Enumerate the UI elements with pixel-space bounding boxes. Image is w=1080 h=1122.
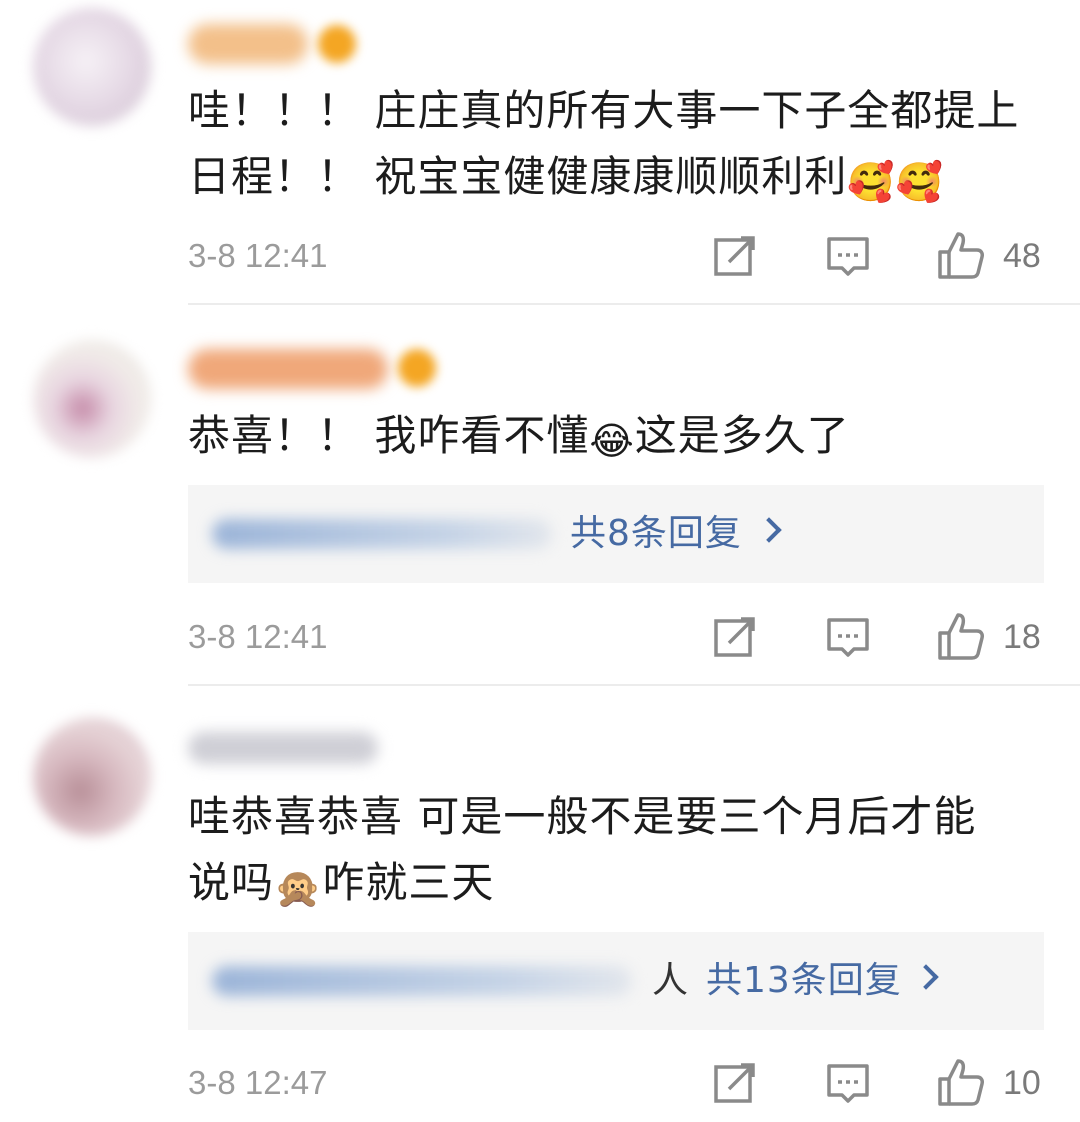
timestamp: 3-8 12:47 xyxy=(188,1064,328,1101)
like-count: 10 xyxy=(1003,1064,1041,1102)
username-blurred[interactable] xyxy=(188,349,388,389)
chevron-right-icon[interactable] xyxy=(756,517,782,543)
like-count: 48 xyxy=(1003,237,1041,275)
reply-preview-box[interactable]: 人 共13条回复 xyxy=(188,932,1044,1030)
comment-item-1: 哇！！！ 庄庄真的所有大事一下子全都提上 日程！！ 祝宝宝健健康康顺顺利利🥰🥰 … xyxy=(0,0,1080,305)
avatar[interactable] xyxy=(33,718,151,836)
comment-meta-bar: 3-8 12:41 18 xyxy=(0,607,1080,667)
laughing-crying-emoji-icon: 😂 xyxy=(589,419,635,463)
reply-preview-blurred xyxy=(212,966,632,996)
comment-item-2: 恭喜！！ 我咋看不懂😂这是多久了 共8条回复 3-8 12:41 18 xyxy=(0,305,1080,686)
avatar[interactable] xyxy=(33,8,151,126)
thumbs-up-icon[interactable] xyxy=(935,230,987,282)
comment-icon[interactable] xyxy=(822,230,874,282)
share-icon[interactable] xyxy=(709,230,761,282)
comment-icon[interactable] xyxy=(822,611,874,663)
reply-preview-tail: 人 xyxy=(652,960,689,1001)
speak-no-evil-monkey-emoji-icon: 🙊 xyxy=(274,866,323,910)
reply-count-link[interactable]: 共8条回复 xyxy=(570,485,742,583)
share-icon[interactable] xyxy=(709,1057,761,1109)
comment-meta-bar: 3-8 12:41 48 xyxy=(0,226,1080,286)
reply-preview-blurred xyxy=(212,519,552,549)
reply-preview-box[interactable]: 共8条回复 xyxy=(188,485,1044,583)
share-icon[interactable] xyxy=(709,611,761,663)
timestamp: 3-8 12:41 xyxy=(188,237,328,274)
comment-item-3: 哇恭喜恭喜 可是一般不是要三个月后才能 说吗🙊咋就三天 人 共13条回复 3-8… xyxy=(0,686,1080,1122)
like-count: 18 xyxy=(1003,618,1041,656)
heart-face-emoji-icon: 🥰🥰 xyxy=(847,160,944,204)
thumbs-up-icon[interactable] xyxy=(935,611,987,663)
username-blurred[interactable] xyxy=(188,24,308,64)
comment-meta-bar: 3-8 12:47 10 xyxy=(0,1053,1080,1113)
comment-text: 恭喜！！ 我咋看不懂😂这是多久了 xyxy=(188,411,850,463)
comment-icon[interactable] xyxy=(822,1057,874,1109)
avatar[interactable] xyxy=(33,340,151,458)
comment-text: 哇恭喜恭喜 可是一般不是要三个月后才能 说吗🙊咋就三天 xyxy=(188,792,977,910)
chevron-right-icon[interactable] xyxy=(913,964,939,990)
timestamp: 3-8 12:41 xyxy=(188,618,328,655)
reply-count-link[interactable]: 共13条回复 xyxy=(706,932,902,1030)
vip-badge-icon xyxy=(398,349,436,387)
vip-badge-icon xyxy=(318,25,356,63)
username-blurred[interactable] xyxy=(188,732,378,764)
thumbs-up-icon[interactable] xyxy=(935,1057,987,1109)
comment-text: 哇！！！ 庄庄真的所有大事一下子全都提上 日程！！ 祝宝宝健健康康顺顺利利🥰🥰 xyxy=(188,86,1020,204)
